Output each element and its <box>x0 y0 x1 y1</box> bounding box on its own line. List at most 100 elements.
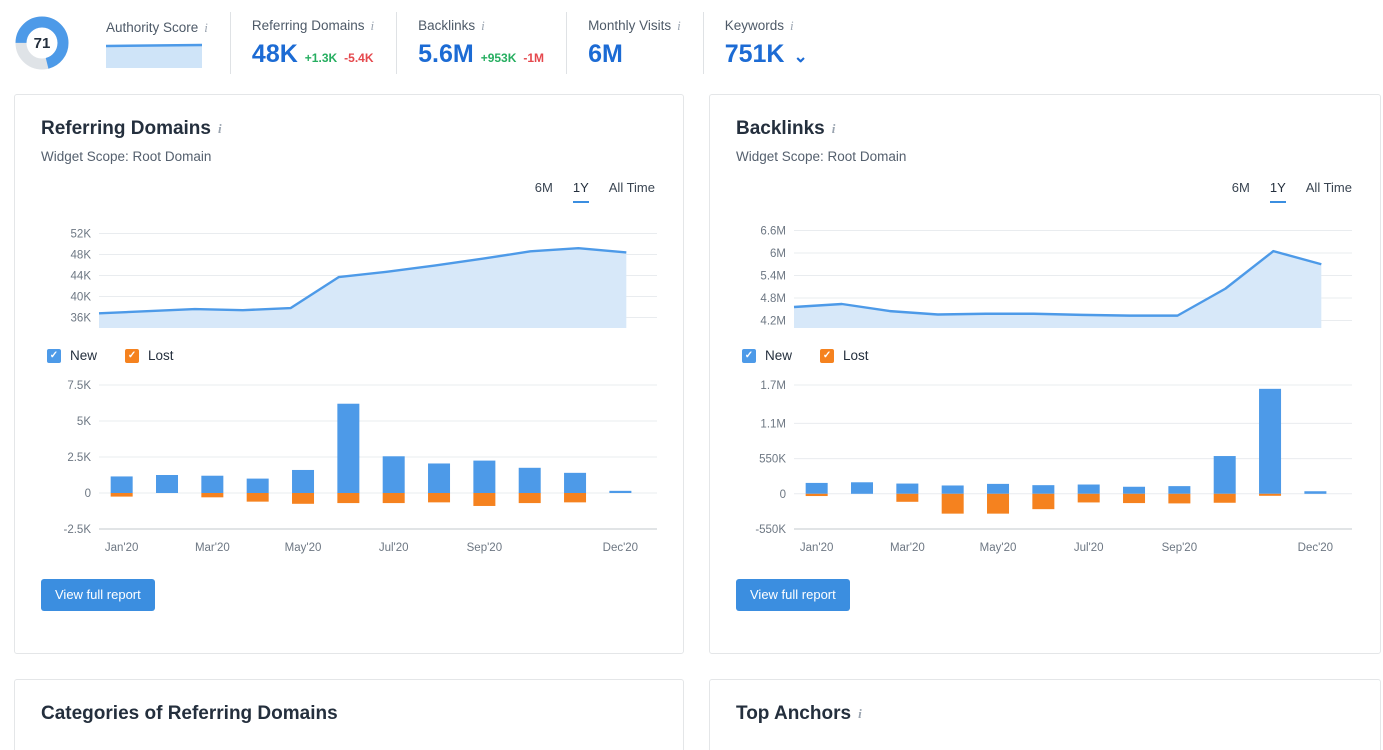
svg-text:Mar'20: Mar'20 <box>890 542 925 554</box>
widget-scope-label: Widget Scope: Root Domain <box>41 149 657 164</box>
svg-text:0: 0 <box>85 488 91 500</box>
svg-text:1.1M: 1.1M <box>760 418 786 430</box>
legend-backlinks: ✓ New ✓ Lost <box>736 348 1354 363</box>
svg-text:-550K: -550K <box>755 524 786 536</box>
svg-text:7.5K: 7.5K <box>67 380 91 392</box>
svg-text:4.2M: 4.2M <box>760 316 786 328</box>
info-icon[interactable]: i <box>218 117 222 141</box>
info-icon[interactable]: i <box>370 17 374 35</box>
svg-text:40K: 40K <box>71 292 92 304</box>
svg-text:36K: 36K <box>71 313 92 325</box>
legend-label: New <box>70 348 97 363</box>
svg-text:Jan'20: Jan'20 <box>105 542 139 554</box>
legend-label: Lost <box>843 348 869 363</box>
area-chart-svg: 4.2M4.8M5.4M6M6.6M <box>736 215 1354 340</box>
metric-label: Monthly Visits i <box>588 17 681 35</box>
metric-value: 751K <box>725 39 785 69</box>
authority-score-donut: 71 <box>14 15 70 71</box>
info-icon[interactable]: i <box>858 702 862 726</box>
metric-value-row: 48K +1.3K -5.4K <box>252 39 374 69</box>
metric-name: Referring Domains <box>252 17 365 35</box>
svg-text:Sep'20: Sep'20 <box>467 542 502 554</box>
range-tab-1y[interactable]: 1Y <box>1270 180 1286 203</box>
svg-text:5K: 5K <box>77 416 91 428</box>
svg-text:-2.5K: -2.5K <box>64 524 92 536</box>
authority-score-label: Authority Score <box>106 19 198 37</box>
dashboard-grid: Referring Domains i Widget Scope: Root D… <box>0 86 1383 750</box>
widget-scope-label: Widget Scope: Root Domain <box>736 149 1354 164</box>
info-icon[interactable]: i <box>677 17 681 35</box>
metric-backlinks: Backlinks i 5.6M +953K -1M <box>396 12 566 74</box>
card-title: Backlinks i <box>736 117 1354 141</box>
area-chart-svg: 36K40K44K48K52K <box>41 215 659 340</box>
svg-text:4.8M: 4.8M <box>760 293 786 305</box>
authority-score-value: 71 <box>14 15 70 71</box>
view-full-report-button[interactable]: View full report <box>736 579 850 611</box>
checkbox-new-icon[interactable]: ✓ <box>742 349 756 363</box>
metric-value-row[interactable]: 751K ⌄ <box>725 39 808 69</box>
legend-item-new[interactable]: ✓ New <box>47 348 97 363</box>
svg-text:Jan'20: Jan'20 <box>800 542 834 554</box>
metric-value-row: 6M <box>588 39 681 69</box>
legend-item-new[interactable]: ✓ New <box>742 348 792 363</box>
svg-text:Dec'20: Dec'20 <box>603 542 638 554</box>
card-top-anchors: Top Anchors i <box>709 679 1381 750</box>
info-icon[interactable]: i <box>204 19 208 37</box>
legend-label: Lost <box>148 348 174 363</box>
card-categories-of-referring-domains: Categories of Referring Domains <box>14 679 684 750</box>
range-tabs-referring-domains: 6M 1Y All Time <box>41 180 657 203</box>
card-title: Referring Domains i <box>41 117 657 141</box>
svg-text:Mar'20: Mar'20 <box>195 542 230 554</box>
svg-text:2.5K: 2.5K <box>67 452 91 464</box>
svg-text:Jul'20: Jul'20 <box>1074 542 1104 554</box>
range-tab-6m[interactable]: 6M <box>535 180 553 203</box>
checkbox-new-icon[interactable]: ✓ <box>47 349 61 363</box>
card-title: Top Anchors i <box>736 702 1354 726</box>
legend-referring-domains: ✓ New ✓ Lost <box>41 348 657 363</box>
metric-value-row: 5.6M +953K -1M <box>418 39 544 69</box>
info-icon[interactable]: i <box>790 17 794 35</box>
metrics-bar: 71 Authority Score i Referring Domains i… <box>0 0 1383 86</box>
backlinks-area-chart: 4.2M4.8M5.4M6M6.6M <box>736 215 1354 340</box>
metric-keywords[interactable]: Keywords i 751K ⌄ <box>703 12 830 74</box>
svg-text:May'20: May'20 <box>285 542 322 554</box>
metric-delta-up: +1.3K <box>305 51 337 65</box>
legend-label: New <box>765 348 792 363</box>
svg-text:1.7M: 1.7M <box>760 380 786 392</box>
card-referring-domains: Referring Domains i Widget Scope: Root D… <box>14 94 684 654</box>
svg-text:Sep'20: Sep'20 <box>1162 542 1197 554</box>
card-title-text: Backlinks <box>736 117 825 141</box>
svg-text:5.4M: 5.4M <box>760 271 786 283</box>
svg-text:6.6M: 6.6M <box>760 226 786 238</box>
metric-label: Backlinks i <box>418 17 544 35</box>
metric-value: 48K <box>252 39 298 69</box>
svg-text:550K: 550K <box>759 454 786 466</box>
chevron-down-icon[interactable]: ⌄ <box>793 47 807 67</box>
metric-delta-down: -1M <box>523 51 544 65</box>
checkbox-lost-icon[interactable]: ✓ <box>820 349 834 363</box>
metric-label: Keywords i <box>725 17 808 35</box>
info-icon[interactable]: i <box>481 17 485 35</box>
legend-item-lost[interactable]: ✓ Lost <box>125 348 174 363</box>
info-icon[interactable]: i <box>832 117 836 141</box>
metric-label: Referring Domains i <box>252 17 374 35</box>
referring-domains-area-chart: 36K40K44K48K52K <box>41 215 657 340</box>
metric-authority-score: Authority Score i <box>84 12 230 74</box>
range-tab-6m[interactable]: 6M <box>1232 180 1250 203</box>
card-title: Categories of Referring Domains <box>41 702 657 726</box>
svg-text:Dec'20: Dec'20 <box>1298 542 1333 554</box>
view-full-report-button[interactable]: View full report <box>41 579 155 611</box>
range-tab-1y[interactable]: 1Y <box>573 180 589 203</box>
referring-domains-bar-chart: -2.5K02.5K5K7.5KJan'20Mar'20May'20Jul'20… <box>41 375 657 563</box>
metric-referring-domains: Referring Domains i 48K +1.3K -5.4K <box>230 12 396 74</box>
svg-text:May'20: May'20 <box>980 542 1017 554</box>
checkbox-lost-icon[interactable]: ✓ <box>125 349 139 363</box>
svg-text:44K: 44K <box>71 271 92 283</box>
svg-text:52K: 52K <box>71 229 92 241</box>
range-tab-all-time[interactable]: All Time <box>609 180 655 203</box>
metric-name: Keywords <box>725 17 784 35</box>
legend-item-lost[interactable]: ✓ Lost <box>820 348 869 363</box>
metric-value: 6M <box>588 39 623 69</box>
range-tab-all-time[interactable]: All Time <box>1306 180 1352 203</box>
card-title-text: Categories of Referring Domains <box>41 702 338 726</box>
